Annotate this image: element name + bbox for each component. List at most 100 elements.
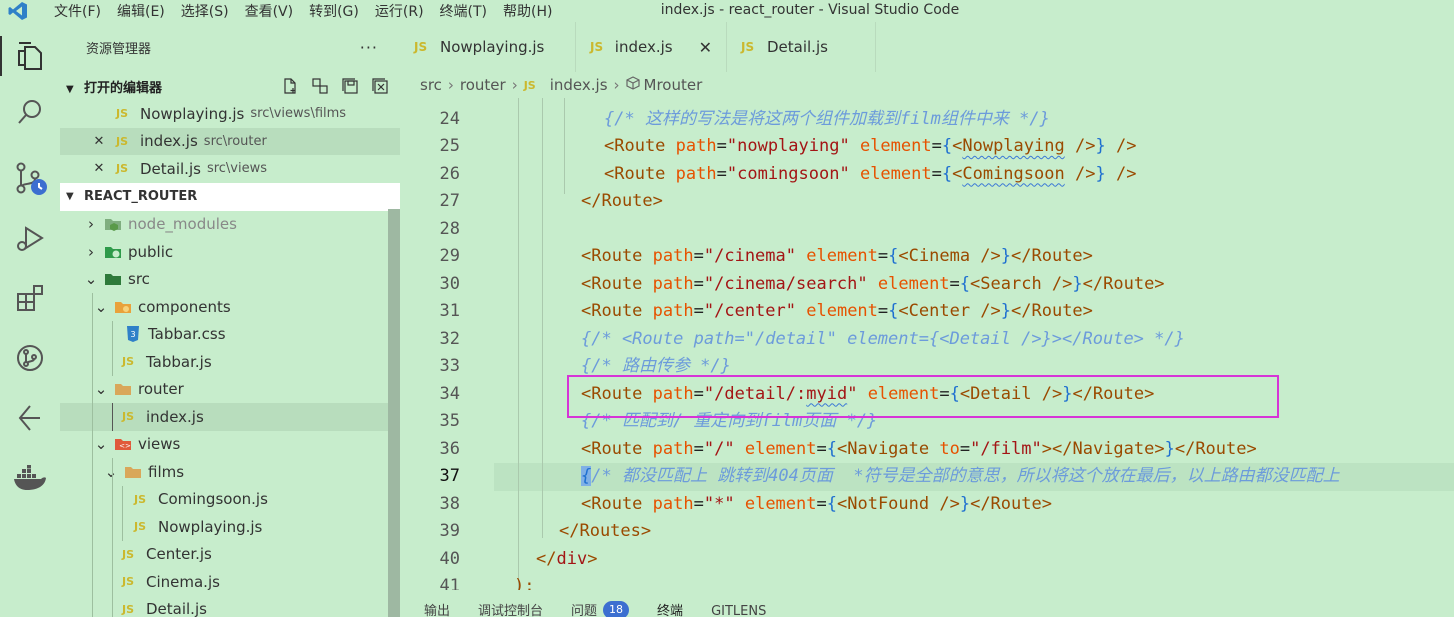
docker-icon[interactable]	[0, 450, 60, 506]
tree-item-components[interactable]: ⌄ components	[60, 293, 400, 321]
chevron-right-icon: ›	[447, 76, 454, 94]
menu-file[interactable]: 文件(F)	[36, 1, 109, 21]
close-icon[interactable]: ✕	[92, 161, 106, 176]
panel-tab-problems[interactable]: 问题 18	[571, 590, 630, 617]
panel-tab-terminal[interactable]: 终端	[657, 590, 683, 617]
project-section[interactable]: ▼ REACT_ROUTER	[60, 182, 400, 211]
tree-item-nowplaying[interactable]: JS Nowplaying.js	[60, 513, 400, 541]
sidebar-scrollbar[interactable]	[388, 209, 400, 617]
source-control-icon[interactable]	[0, 150, 60, 206]
close-icon[interactable]: ✕	[92, 134, 106, 149]
indent-guide	[92, 595, 93, 617]
explorer-title: 资源管理器	[86, 41, 152, 57]
menu-selection[interactable]: 选择(S)	[173, 1, 237, 21]
breadcrumb-item[interactable]: router	[460, 76, 506, 94]
tree-item-center[interactable]: JS Center.js	[60, 540, 400, 568]
tree-item-tabbar-js[interactable]: JS Tabbar.js	[60, 348, 400, 376]
tree-item-detail[interactable]: JS Detail.js	[60, 595, 400, 617]
tree-item-src[interactable]: ⌄ src	[60, 266, 400, 294]
code-line: 26 <Route path="comingsoon" element={<Com…	[439, 163, 1137, 184]
js-file-icon: JS	[134, 492, 147, 506]
panel-tab-output[interactable]: 输出	[424, 590, 450, 617]
toggle-vertical-layout-icon[interactable]	[310, 76, 330, 96]
chevron-down-icon: ⌄	[94, 297, 108, 316]
annotation-highlight-box	[567, 375, 1279, 418]
breadcrumb-item[interactable]: index.js	[550, 76, 608, 94]
menu-terminal[interactable]: 终端(T)	[432, 1, 495, 21]
code-line: 29 <Route path="/cinema" element={<Cinema…	[439, 246, 1093, 266]
tabs-empty-area	[876, 22, 1454, 72]
tab-nowplaying[interactable]: JS Nowplaying.js	[400, 22, 576, 72]
files-icon[interactable]	[0, 28, 60, 84]
src-folder-icon	[102, 271, 124, 287]
open-editor-item[interactable]: ✕ JS Detail.js src\views	[60, 155, 400, 183]
js-file-icon: JS	[741, 40, 755, 54]
indent-guide	[92, 458, 93, 486]
code-line: 27 </Route>	[439, 191, 663, 211]
tree-item-public[interactable]: › public	[60, 238, 400, 266]
code-line: 37 {/* 都没匹配上 跳转到404页面 *符号是全部的意思，所以将这个放在最后…	[439, 466, 1340, 486]
panel-tab-gitlens[interactable]: GITLENS	[711, 590, 766, 617]
menu-edit[interactable]: 编辑(E)	[109, 1, 173, 21]
chevron-right-icon: ›	[88, 215, 94, 234]
more-actions-icon[interactable]: ···	[360, 38, 378, 57]
vscode-logo-icon	[0, 0, 36, 22]
chevron-down-icon: ▼	[66, 191, 74, 202]
tree-item-tabbar-css[interactable]: 3 Tabbar.css	[60, 320, 400, 348]
panel-tab-debug-console[interactable]: 调试控制台	[478, 590, 543, 617]
tab-index[interactable]: JS index.js ✕	[576, 22, 726, 72]
open-editors-section[interactable]: ▼ 打开的编辑器	[60, 72, 400, 100]
new-untitled-file-icon[interactable]	[280, 76, 300, 96]
tree-item-index-js[interactable]: JS index.js	[60, 403, 400, 431]
indent-guide	[112, 595, 113, 617]
node-folder-icon	[102, 216, 124, 232]
bottom-panel-tabs: 输出 调试控制台 问题 18 终端 GITLENS	[400, 590, 1454, 617]
open-editor-item[interactable]: ✕ JS index.js src\router	[60, 127, 400, 155]
components-folder-icon	[112, 299, 134, 315]
search-icon[interactable]	[0, 84, 60, 140]
code-line: 25 <Route path="nowplaying" element={<Now…	[439, 136, 1137, 156]
js-file-icon: JS	[122, 547, 135, 561]
code-line: 39 </Routes>	[439, 521, 652, 541]
breadcrumb-item[interactable]: Mrouter	[644, 76, 703, 94]
svg-text:3: 3	[130, 330, 135, 339]
tree-item-films[interactable]: ⌄ films	[60, 458, 400, 486]
menu-help[interactable]: 帮助(H)	[495, 1, 560, 21]
save-all-icon[interactable]	[340, 76, 360, 96]
tree-item-comingsoon[interactable]: JS Comingsoon.js	[60, 485, 400, 513]
tree-item-node-modules[interactable]: › node_modules	[60, 211, 400, 239]
chevron-down-icon: ⌄	[104, 462, 118, 481]
symbol-icon	[625, 76, 640, 94]
open-editors-title: 打开的编辑器	[84, 80, 163, 96]
run-debug-icon[interactable]	[0, 210, 60, 266]
tree-item-cinema[interactable]: JS Cinema.js	[60, 568, 400, 596]
chevron-down-icon: ⌄	[94, 435, 108, 454]
js-file-icon: JS	[134, 520, 147, 534]
tree-item-views[interactable]: ⌄ <> views	[60, 430, 400, 458]
indent-guide	[92, 568, 93, 596]
chevron-right-icon: ›	[88, 242, 94, 261]
git-graph-icon[interactable]	[0, 330, 60, 386]
open-editor-item[interactable]: JS Nowplaying.js src\views\films	[60, 100, 400, 128]
indent-guide	[112, 458, 113, 486]
breadcrumb-item[interactable]: src	[420, 76, 442, 94]
js-file-icon: JS	[122, 355, 135, 369]
public-folder-icon	[102, 244, 124, 260]
menu-go[interactable]: 转到(G)	[301, 1, 367, 21]
chevron-down-icon: ⌄	[94, 380, 108, 399]
explorer-header: 资源管理器 ···	[60, 22, 400, 72]
explorer-sidebar: 资源管理器 ··· ▼ 打开的编辑器 JS Nowplaying.js src\v…	[60, 22, 400, 617]
menu-view[interactable]: 查看(V)	[237, 1, 302, 21]
code-editor[interactable]: 24 {/* 这样的写法是将这两个组件加载到film组件中来 */} 25 <Rou…	[400, 98, 1454, 590]
timeline-icon[interactable]	[0, 390, 60, 446]
close-all-icon[interactable]	[370, 76, 390, 96]
tab-detail[interactable]: JS Detail.js	[726, 22, 876, 72]
tree-item-router[interactable]: ⌄ router	[60, 375, 400, 403]
close-icon[interactable]: ✕	[699, 38, 712, 57]
code-line: 36 <Route path="/" element={<Navigate to=…	[439, 438, 1257, 459]
indent-guide	[92, 540, 93, 568]
indent-guide	[112, 348, 113, 376]
extensions-icon[interactable]	[0, 270, 60, 326]
menu-bar: 文件(F) 编辑(E) 选择(S) 查看(V) 转到(G) 运行(R) 终端(T…	[36, 0, 560, 22]
menu-run[interactable]: 运行(R)	[367, 1, 432, 21]
